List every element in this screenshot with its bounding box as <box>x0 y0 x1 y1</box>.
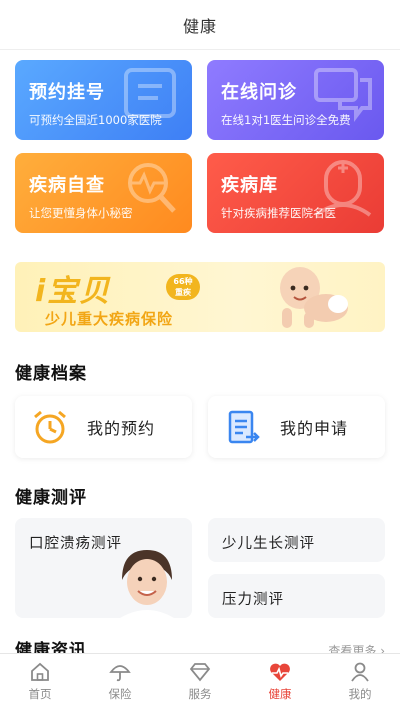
heart-pulse-icon <box>270 663 290 681</box>
record-label: 我的申请 <box>280 419 349 438</box>
home-icon <box>31 662 49 681</box>
document-arrow-icon <box>228 410 260 444</box>
tab-insurance[interactable]: 保险 <box>80 654 160 711</box>
tab-label: 保险 <box>108 687 132 701</box>
self-check-card[interactable]: 疾病自查 让您更懂身体小秘密 <box>15 153 192 233</box>
tab-label: 我的 <box>348 687 372 701</box>
card-subtitle: 针对疾病推荐医院名医 <box>221 206 336 220</box>
child-growth-assessment[interactable]: 少儿生长测评 <box>208 518 385 562</box>
baby-image <box>280 267 348 328</box>
umbrella-icon <box>109 665 131 682</box>
tab-home[interactable]: 首页 <box>0 654 80 711</box>
badge-line: 66种 <box>173 277 193 286</box>
my-appointments-button[interactable]: 我的预约 <box>15 396 192 458</box>
banner-brand: i宝贝 <box>35 274 112 309</box>
tab-services[interactable]: 服务 <box>160 654 240 711</box>
my-applications-button[interactable]: 我的申请 <box>208 396 385 458</box>
tab-health[interactable]: 健康 <box>240 654 320 711</box>
records-title: 健康档案 <box>15 364 87 384</box>
card-subtitle: 让您更懂身体小秘密 <box>29 206 133 220</box>
record-label: 我的预约 <box>87 419 156 438</box>
assessment-label: 口腔溃疡测评 <box>29 536 122 552</box>
tab-label: 健康 <box>268 687 292 701</box>
tab-label: 服务 <box>188 687 212 701</box>
user-icon <box>351 662 369 682</box>
appointment-card[interactable]: 预约挂号 可预约全国近1000家医院 <box>15 60 192 140</box>
assessment-label: 压力测评 <box>222 592 284 608</box>
tab-label: 首页 <box>28 687 52 701</box>
top-bar: 健康 <box>0 0 400 50</box>
child-photo <box>120 550 174 618</box>
banner-badge: 66种 重疾 <box>166 274 200 300</box>
assessment-label: 少儿生长测评 <box>222 536 315 552</box>
insurance-banner[interactable]: i宝贝 66种 重疾 少儿重大疾病保险 <box>15 262 385 332</box>
card-subtitle: 在线1对1医生问诊全免费 <box>221 113 351 127</box>
alarm-clock-icon <box>34 410 66 444</box>
banner-subtitle: 少儿重大疾病保险 <box>45 310 174 328</box>
badge-line: 重疾 <box>175 288 191 297</box>
disease-library-card[interactable]: 疾病库 针对疾病推荐医院名医 <box>207 153 384 233</box>
bottom-tab-bar: 首页 保险 服务 健康 我的 <box>0 653 400 711</box>
diamond-icon <box>189 663 211 682</box>
stress-assessment[interactable]: 压力测评 <box>208 574 385 618</box>
online-consult-card[interactable]: 在线问诊 在线1对1医生问诊全免费 <box>207 60 384 140</box>
tab-mine[interactable]: 我的 <box>320 654 400 711</box>
assessment-title: 健康测评 <box>15 488 87 508</box>
page-title: 健康 <box>182 16 217 36</box>
oral-ulcer-assessment[interactable]: 口腔溃疡测评 <box>15 518 192 618</box>
card-subtitle: 可预约全国近1000家医院 <box>29 113 162 127</box>
